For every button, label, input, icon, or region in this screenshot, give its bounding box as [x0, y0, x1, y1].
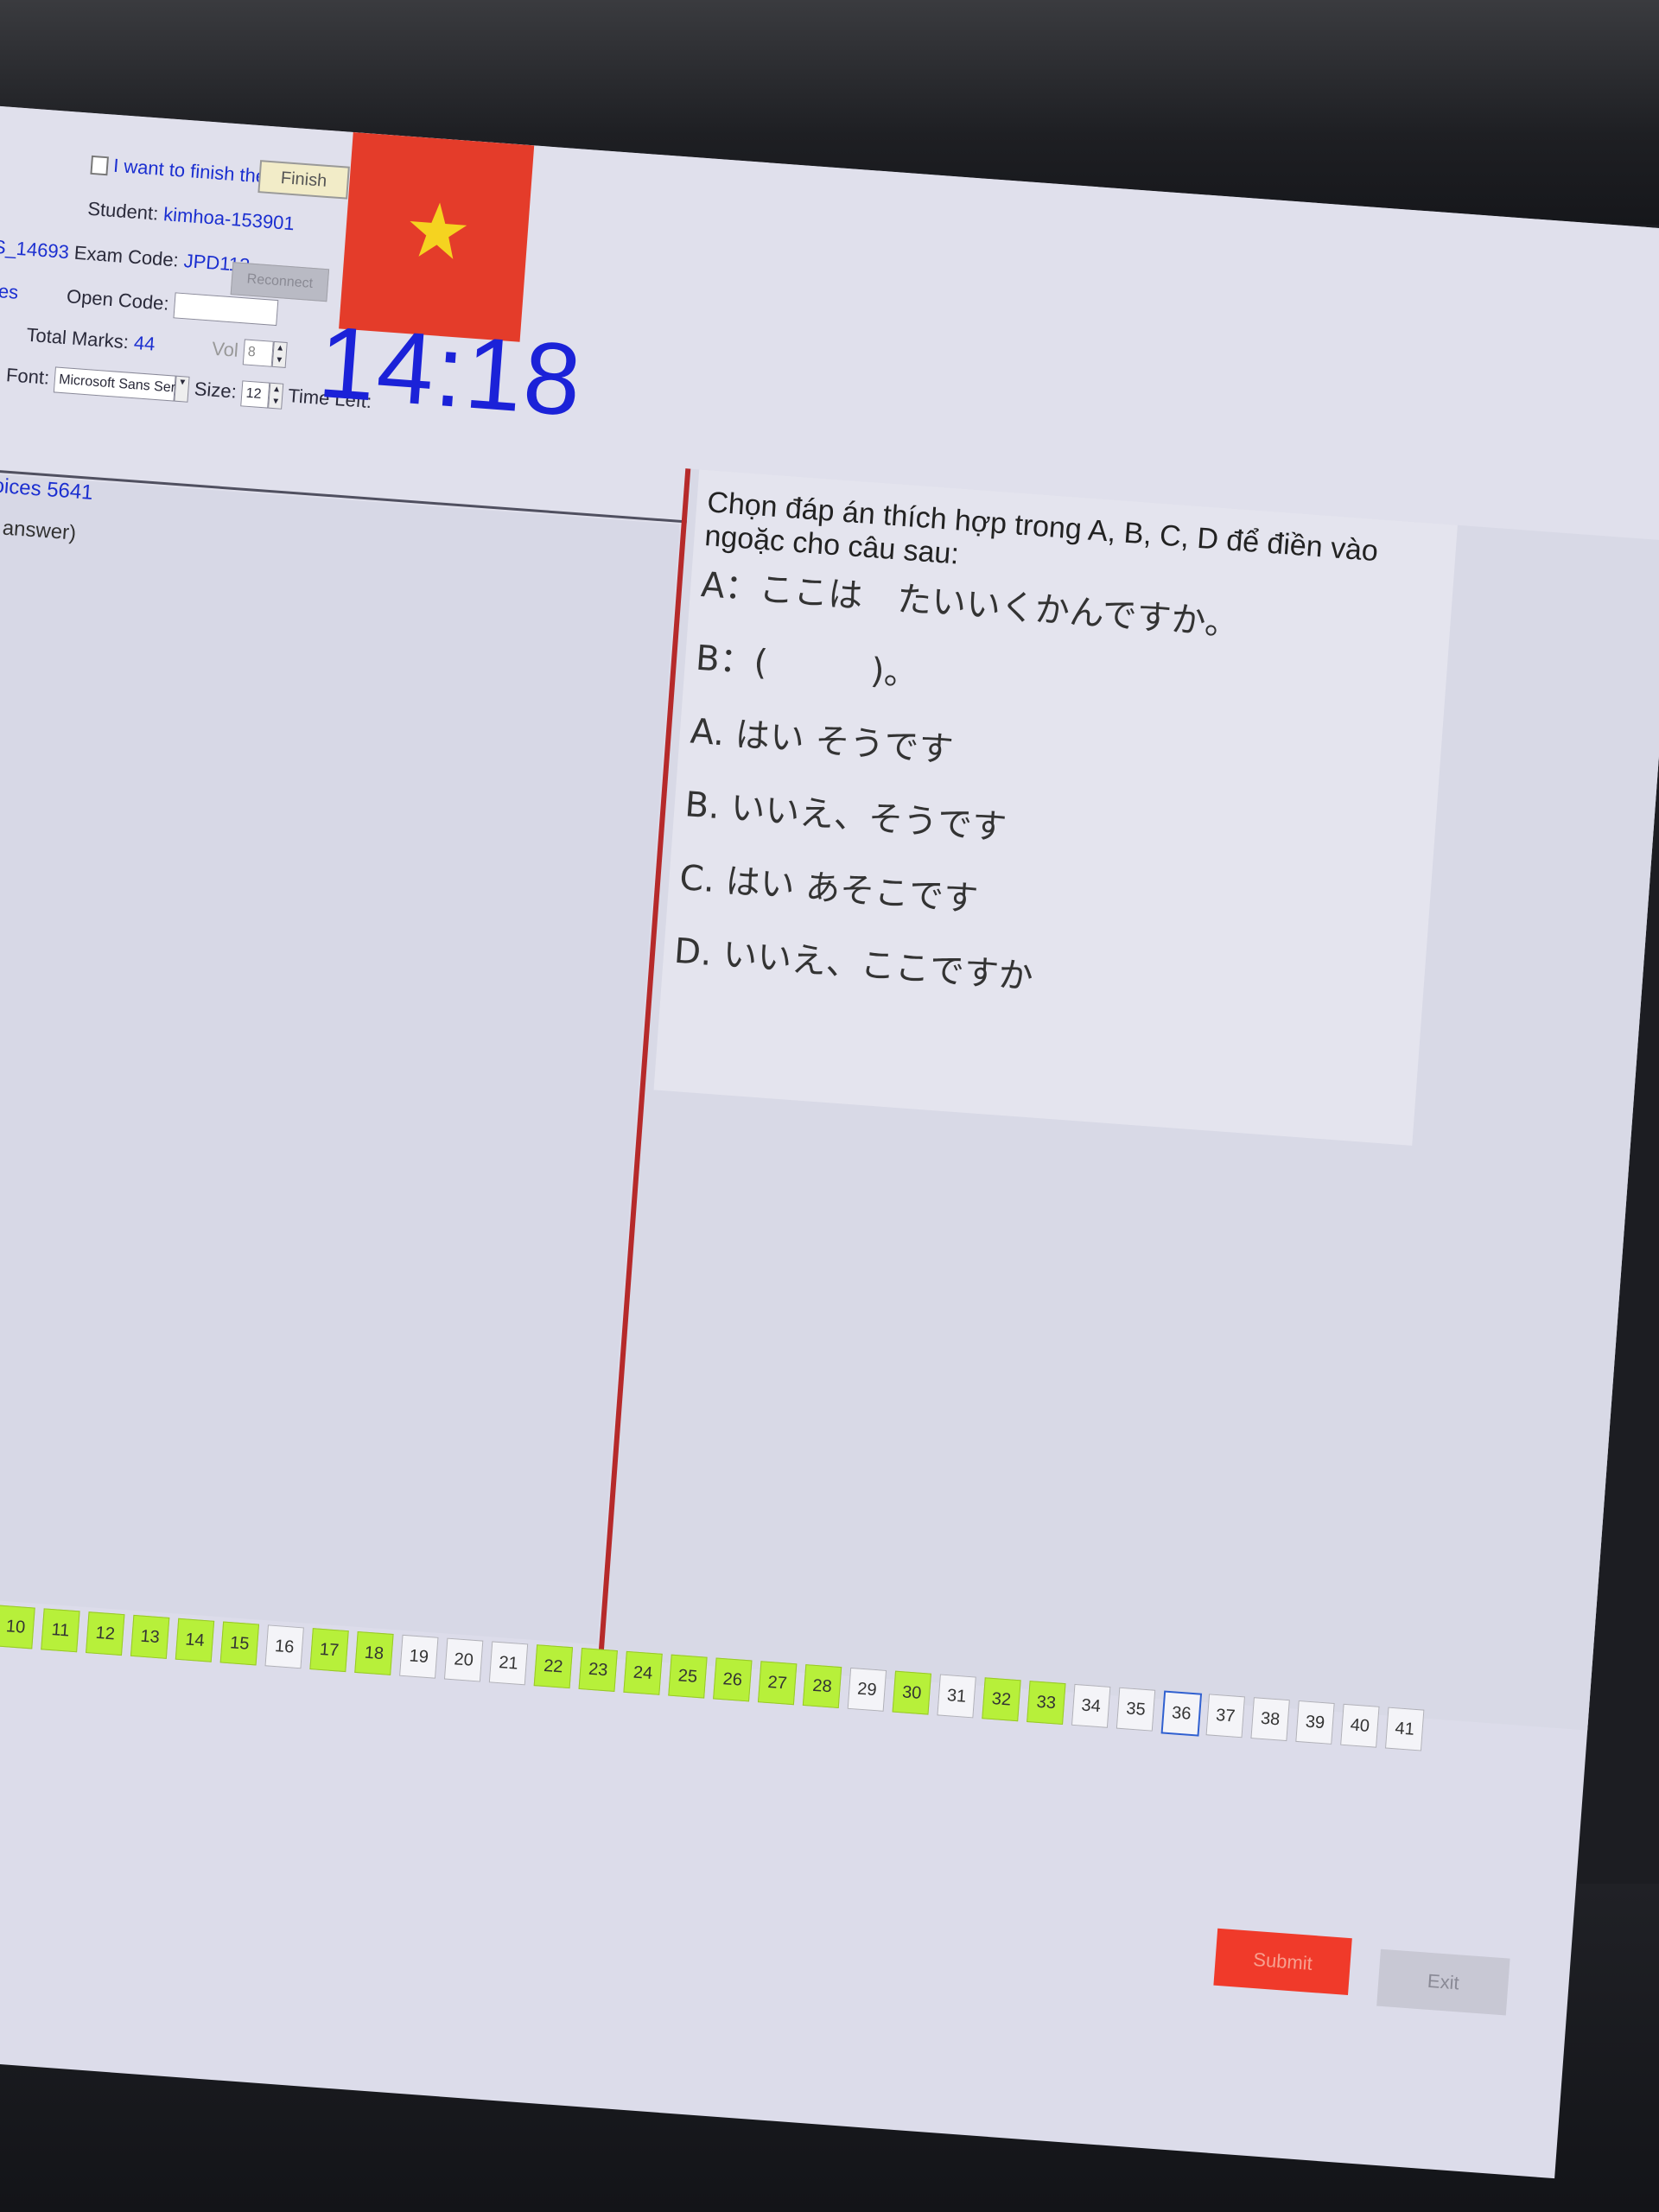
exam-code-label: Exam Code: — [73, 241, 180, 271]
vol-input[interactable]: 8 — [242, 339, 274, 367]
flag-star-icon — [410, 202, 467, 259]
question-pane: Chọn đáp án thích hợp trong A, B, C, D đ… — [603, 468, 1659, 1732]
question-nav-button[interactable]: 39 — [1295, 1700, 1335, 1745]
time-left-timer: 14:18 — [315, 304, 587, 438]
question-nav-button[interactable]: 38 — [1250, 1697, 1290, 1742]
size-input[interactable]: 12 — [240, 380, 270, 409]
font-label: Font: — [5, 364, 51, 389]
question-nav-button[interactable]: 37 — [1205, 1694, 1245, 1738]
finish-button[interactable]: Finish — [257, 160, 350, 200]
question-nav-button[interactable]: 32 — [982, 1677, 1021, 1722]
question-nav-button[interactable]: 19 — [399, 1634, 439, 1679]
question-nav-button[interactable]: 30 — [892, 1670, 931, 1715]
total-marks-value: 44 — [133, 331, 156, 355]
question-nav-button[interactable]: 29 — [847, 1667, 887, 1712]
student-row: Student: kimhoa-153901 — [87, 198, 296, 235]
open-code-label: Open Code: — [66, 285, 170, 315]
vol-label: Vol — [211, 337, 239, 361]
question-nav-button[interactable]: 15 — [219, 1621, 260, 1666]
question-nav-button[interactable]: 22 — [533, 1644, 574, 1689]
option-c: C. はい あそこです — [677, 858, 980, 920]
finish-checkbox[interactable] — [90, 156, 109, 176]
question-line-b: B：( )。 — [694, 638, 920, 695]
question-nav-button[interactable]: 36 — [1160, 1690, 1203, 1737]
question-nav-button[interactable]: 25 — [668, 1654, 708, 1699]
total-marks-label: Total Marks: — [25, 323, 130, 353]
question-nav-button[interactable]: 20 — [443, 1637, 484, 1682]
question-nav-button[interactable]: 33 — [1027, 1681, 1066, 1726]
question-nav-button[interactable]: 34 — [1071, 1683, 1111, 1728]
student-label: Student: — [86, 197, 160, 225]
question-nav-button[interactable]: 26 — [713, 1657, 753, 1702]
question-nav-button[interactable]: 11 — [41, 1608, 80, 1653]
question-nav-button[interactable]: 18 — [354, 1630, 394, 1675]
option-b: B. いいえ、そうです — [683, 785, 1008, 849]
question-nav-button[interactable]: 23 — [578, 1648, 618, 1692]
question-nav-button[interactable]: 13 — [130, 1614, 170, 1659]
question-nav-button[interactable]: 24 — [623, 1650, 663, 1695]
question-nav-button[interactable]: 27 — [757, 1661, 798, 1706]
option-d: D. いいえ、ここですか — [672, 931, 1035, 998]
minutes-label: minutes — [0, 276, 20, 303]
question-nav-button[interactable]: 31 — [937, 1674, 976, 1719]
answer-instruction: oose 1 answer) — [0, 512, 78, 545]
size-spinner[interactable]: ▲ ▼ — [268, 382, 284, 410]
question-box: Chọn đáp án thích hợp trong A, B, C, D đ… — [653, 469, 1458, 1146]
reconnect-button: Reconnect — [230, 262, 330, 302]
question-nav-button[interactable]: 41 — [1385, 1707, 1425, 1751]
exam-code-row: _EOS_14693 Exam Code: JPD113 — [0, 233, 251, 277]
question-nav-button[interactable]: 10 — [0, 1605, 35, 1649]
question-nav-button[interactable]: 40 — [1340, 1703, 1380, 1748]
question-nav-button[interactable]: 21 — [488, 1641, 529, 1686]
exit-button[interactable]: Exit — [1376, 1948, 1510, 2016]
exam-id: _EOS_14693 — [0, 232, 70, 264]
open-code-input[interactable] — [173, 292, 279, 327]
question-nav-button[interactable]: 35 — [1116, 1687, 1156, 1732]
font-dropdown-icon[interactable]: ▼ — [174, 375, 190, 403]
answer-pane: ple choices 5641 oose 1 answer) ✓ — [0, 469, 680, 1645]
submit-button[interactable]: Submit — [1213, 1928, 1352, 1996]
student-id: kimhoa-153901 — [162, 203, 296, 235]
question-nav-button[interactable]: 12 — [86, 1611, 125, 1656]
total-marks-row: Total Marks: 44 Vol 8 ▲ ▼ — [25, 323, 288, 368]
size-label: Size: — [194, 378, 238, 403]
question-nav-button[interactable]: 14 — [175, 1618, 215, 1662]
option-a: A. はい そうです — [689, 711, 955, 771]
exam-screen: I want to finish the exam Finish Student… — [0, 104, 1659, 2179]
question-nav-button[interactable]: 28 — [802, 1664, 842, 1709]
question-nav-button[interactable]: 16 — [264, 1624, 304, 1669]
font-select[interactable]: Microsoft Sans Serif — [54, 366, 183, 402]
vol-spinner[interactable]: ▲ ▼ — [271, 340, 288, 368]
question-nav-button[interactable]: 17 — [309, 1628, 349, 1673]
